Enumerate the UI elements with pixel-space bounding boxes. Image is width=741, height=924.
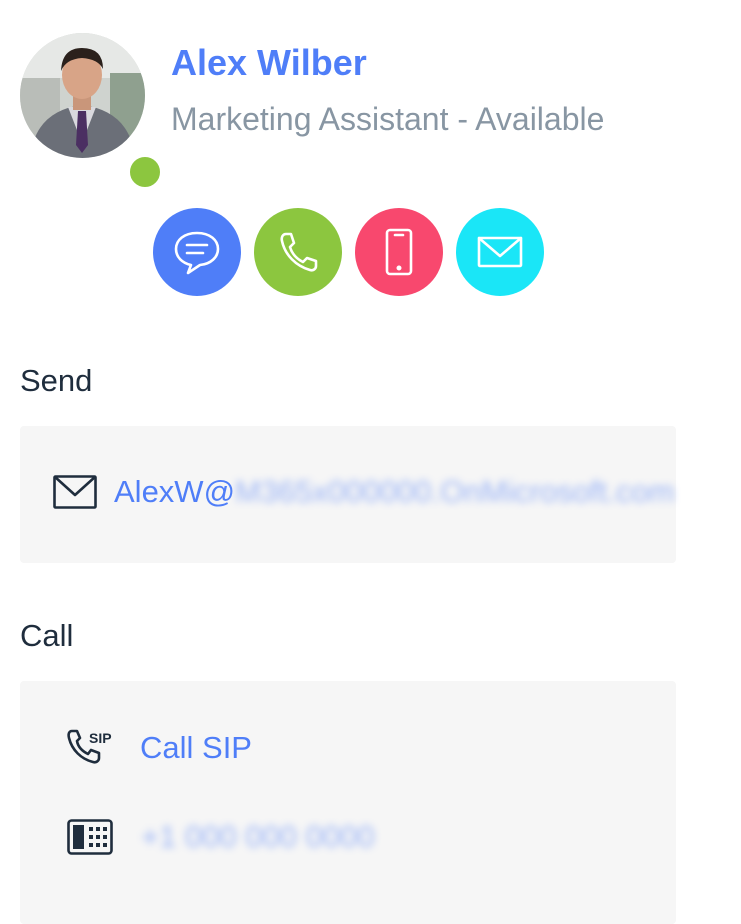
sip-call-row[interactable]: SIP Call SIP [67,728,252,768]
chat-icon [174,231,220,275]
mobile-icon [385,228,413,276]
phone-number-redacted[interactable]: +1 000 000 0000 [141,819,375,855]
chat-button[interactable] [153,208,241,296]
email-address-domain-redacted[interactable]: M365x000000.OnMicrosoft.com [235,474,674,510]
desk-phone-icon [67,819,113,855]
mail-icon [53,475,97,509]
presence-available-badge [127,154,163,190]
phone-icon [280,232,318,272]
call-button[interactable] [254,208,342,296]
mail-icon [477,236,523,268]
call-heading: Call [20,618,74,653]
call-sip-link[interactable]: Call SIP [140,730,252,766]
person-name[interactable]: Alex Wilber [171,42,367,84]
avatar [20,33,145,158]
svg-text:SIP: SIP [89,730,112,746]
phone-row[interactable]: +1 000 000 0000 [67,819,375,855]
email-button[interactable] [456,208,544,296]
sip-phone-icon: SIP [67,729,112,764]
send-heading: Send [20,363,93,398]
send-card: AlexW@ M365x000000.OnMicrosoft.com [20,426,676,563]
email-row[interactable]: AlexW@ M365x000000.OnMicrosoft.com [53,474,674,510]
quick-actions [153,208,544,296]
email-address-prefix[interactable]: AlexW@ [114,474,235,510]
person-subtitle: Marketing Assistant - Available [171,101,605,137]
avatar-container [20,33,163,190]
mobile-button[interactable] [355,208,443,296]
call-card: SIP Call SIP +1 000 000 0000 [20,681,676,924]
